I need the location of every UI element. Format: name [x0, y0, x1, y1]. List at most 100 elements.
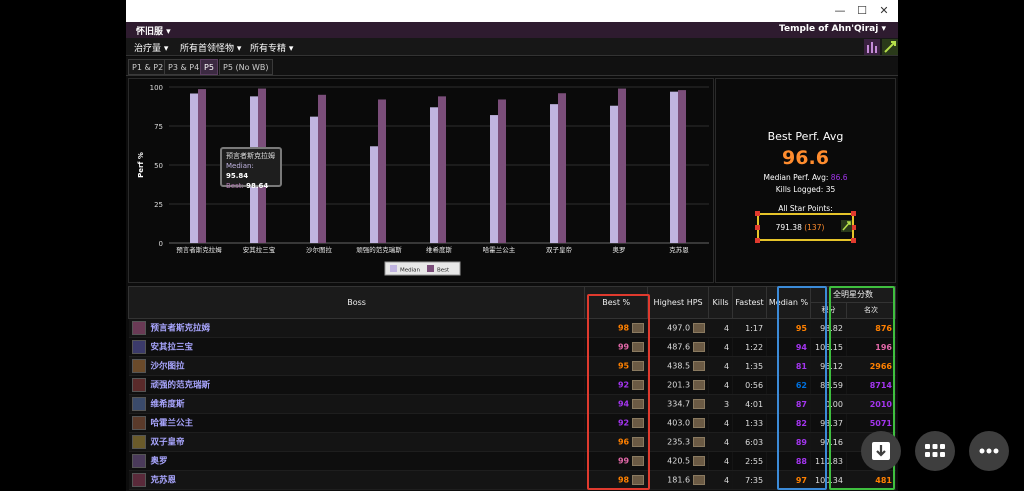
hps-cell: 201.3 [647, 375, 710, 395]
col-fastest[interactable]: Fastest [732, 286, 768, 319]
boss-name-link[interactable]: 哈霍兰公主 [151, 419, 194, 429]
metric-filter[interactable]: 治疗量 ▾ [134, 41, 168, 54]
boss-name-link[interactable]: 顽强的范克瑞斯 [151, 381, 211, 391]
table-row[interactable]: 克苏恩 98 181.6 4 7:35 97 100.34 481 [128, 470, 897, 490]
tooltip-title: 预言者斯克拉姆 [226, 152, 275, 160]
tooltip-median-value: 95.84 [226, 172, 249, 180]
log-icon[interactable] [693, 361, 706, 371]
table-row[interactable]: 安其拉三宝 99 487.6 4 1:22 94 106.15 196 [128, 337, 897, 357]
col-best[interactable]: Best % [584, 286, 649, 319]
log-icon[interactable] [632, 342, 645, 352]
median-value: 89 [766, 432, 811, 452]
boss-name-link[interactable]: 沙尔图拉 [151, 362, 185, 372]
boss-cell: 预言者斯克拉姆 [128, 318, 586, 338]
col-points[interactable]: 积分 [811, 303, 847, 318]
server-label: 怀旧服 [136, 27, 164, 37]
log-icon[interactable] [632, 323, 645, 333]
spec-filter[interactable]: 所有专精 ▾ [250, 41, 293, 54]
table-row[interactable]: 顽强的范克瑞斯 92 201.3 4 0:56 62 88.59 8714 [128, 375, 897, 395]
boss-icon [131, 397, 146, 411]
rank-value: 481 [846, 470, 897, 490]
x-tick-label: 克苏恩 [669, 245, 689, 254]
tooltip-best-value: 98.64 [246, 182, 269, 190]
rank-value: 5071 [846, 413, 897, 433]
kills-value: 4 [708, 451, 734, 471]
spec-icon [841, 220, 852, 232]
kills-value: 4 [708, 318, 734, 338]
close-icon[interactable]: ✕ [876, 3, 892, 19]
points-value: 88.59 [810, 375, 847, 395]
best-bar [438, 96, 446, 243]
more-button[interactable] [969, 431, 1009, 471]
median-bar [310, 116, 318, 243]
zone-select[interactable]: Temple of Ahn'Qiraj ▾ [779, 24, 886, 34]
boss-name-link[interactable]: 克苏恩 [151, 476, 177, 486]
best-cell: 92 [584, 375, 649, 395]
kills-value: 4 [708, 432, 734, 452]
best-bar [618, 88, 626, 243]
log-icon[interactable] [632, 456, 645, 466]
log-icon[interactable] [632, 437, 645, 447]
table-row[interactable]: 维希度斯 94 334.7 3 4:01 87 0.00 2010 [128, 394, 897, 414]
log-icon[interactable] [632, 361, 645, 371]
log-icon[interactable] [693, 323, 706, 333]
boss-name-link[interactable]: 奥罗 [151, 457, 168, 467]
handle-icon [755, 238, 760, 243]
download-button[interactable] [861, 431, 901, 471]
boss-name-link[interactable]: 预言者斯克拉姆 [151, 324, 211, 334]
allstar-header[interactable]: 全明星分数 [811, 287, 895, 303]
col-boss[interactable]: Boss [127, 286, 586, 319]
log-icon[interactable] [632, 475, 645, 485]
tab-p1-p2[interactable]: P1 & P2 [128, 59, 168, 75]
log-icon[interactable] [693, 418, 706, 428]
table-row[interactable]: 预言者斯克拉姆 98 497.0 4 1:17 95 98.82 876 [128, 318, 897, 338]
table-row[interactable]: 奥罗 99 420.5 4 2:55 88 110.83 [128, 451, 897, 471]
log-icon[interactable] [632, 380, 645, 390]
col-rank[interactable]: 名次 [847, 303, 895, 318]
table-row[interactable]: 沙尔图拉 95 438.5 4 1:35 81 96.12 2966 [128, 356, 897, 376]
log-icon[interactable] [632, 418, 645, 428]
best-cell: 92 [584, 413, 649, 433]
log-icon[interactable] [693, 437, 706, 447]
log-icon[interactable] [632, 399, 645, 409]
class-icon[interactable] [864, 39, 880, 55]
log-icon[interactable] [693, 456, 706, 466]
best-value: 99 [617, 456, 630, 466]
rank-value: 2966 [846, 356, 897, 376]
col-kills[interactable]: Kills [708, 286, 734, 319]
boss-icon [131, 473, 146, 487]
server-select[interactable]: 怀旧服 ▾ [136, 24, 171, 37]
col-median[interactable]: Median % [766, 286, 811, 319]
boss-name-link[interactable]: 安其拉三宝 [151, 343, 194, 353]
best-value: 94 [617, 399, 630, 409]
tab-p3-p4[interactable]: P3 & P4 [164, 59, 204, 75]
hps-cell: 420.5 [647, 451, 710, 471]
log-icon[interactable] [693, 380, 706, 390]
col-hps[interactable]: Highest HPS [647, 286, 710, 319]
boss-cell: 双子皇帝 [128, 432, 586, 452]
boss-name-link[interactable]: 维希度斯 [151, 400, 185, 410]
boss-filter[interactable]: 所有首领怪物 ▾ [180, 41, 241, 54]
minimize-icon[interactable]: — [832, 3, 848, 19]
median-bar [490, 115, 498, 243]
table-row[interactable]: 哈霍兰公主 92 403.0 4 1:33 82 93.37 5071 [128, 413, 897, 433]
fastest-value: 4:01 [732, 394, 768, 414]
metric-filter-label: 治疗量 [134, 44, 162, 54]
kills-value: 4 [708, 470, 734, 490]
log-icon[interactable] [693, 399, 706, 409]
rank-value: 876 [846, 318, 897, 338]
grid-button[interactable] [915, 431, 955, 471]
kills-logged-value: 35 [825, 185, 836, 194]
tab-p5-no-wb[interactable]: P5 (No WB) [219, 59, 273, 75]
table-row[interactable]: 双子皇帝 96 235.3 4 6:03 89 97.16 [128, 432, 897, 452]
maximize-icon[interactable]: ☐ [854, 3, 870, 19]
spec-icon[interactable] [882, 39, 898, 55]
best-cell: 98 [584, 470, 649, 490]
log-icon[interactable] [693, 342, 706, 352]
table-header: Boss Best % Highest HPS Kills Fastest Me… [127, 286, 896, 319]
best-value: 96 [617, 437, 630, 447]
log-icon[interactable] [693, 475, 706, 485]
y-tick-label: 25 [154, 201, 163, 209]
boss-name-link[interactable]: 双子皇帝 [151, 438, 185, 448]
tab-p5[interactable]: P5 [200, 59, 218, 75]
